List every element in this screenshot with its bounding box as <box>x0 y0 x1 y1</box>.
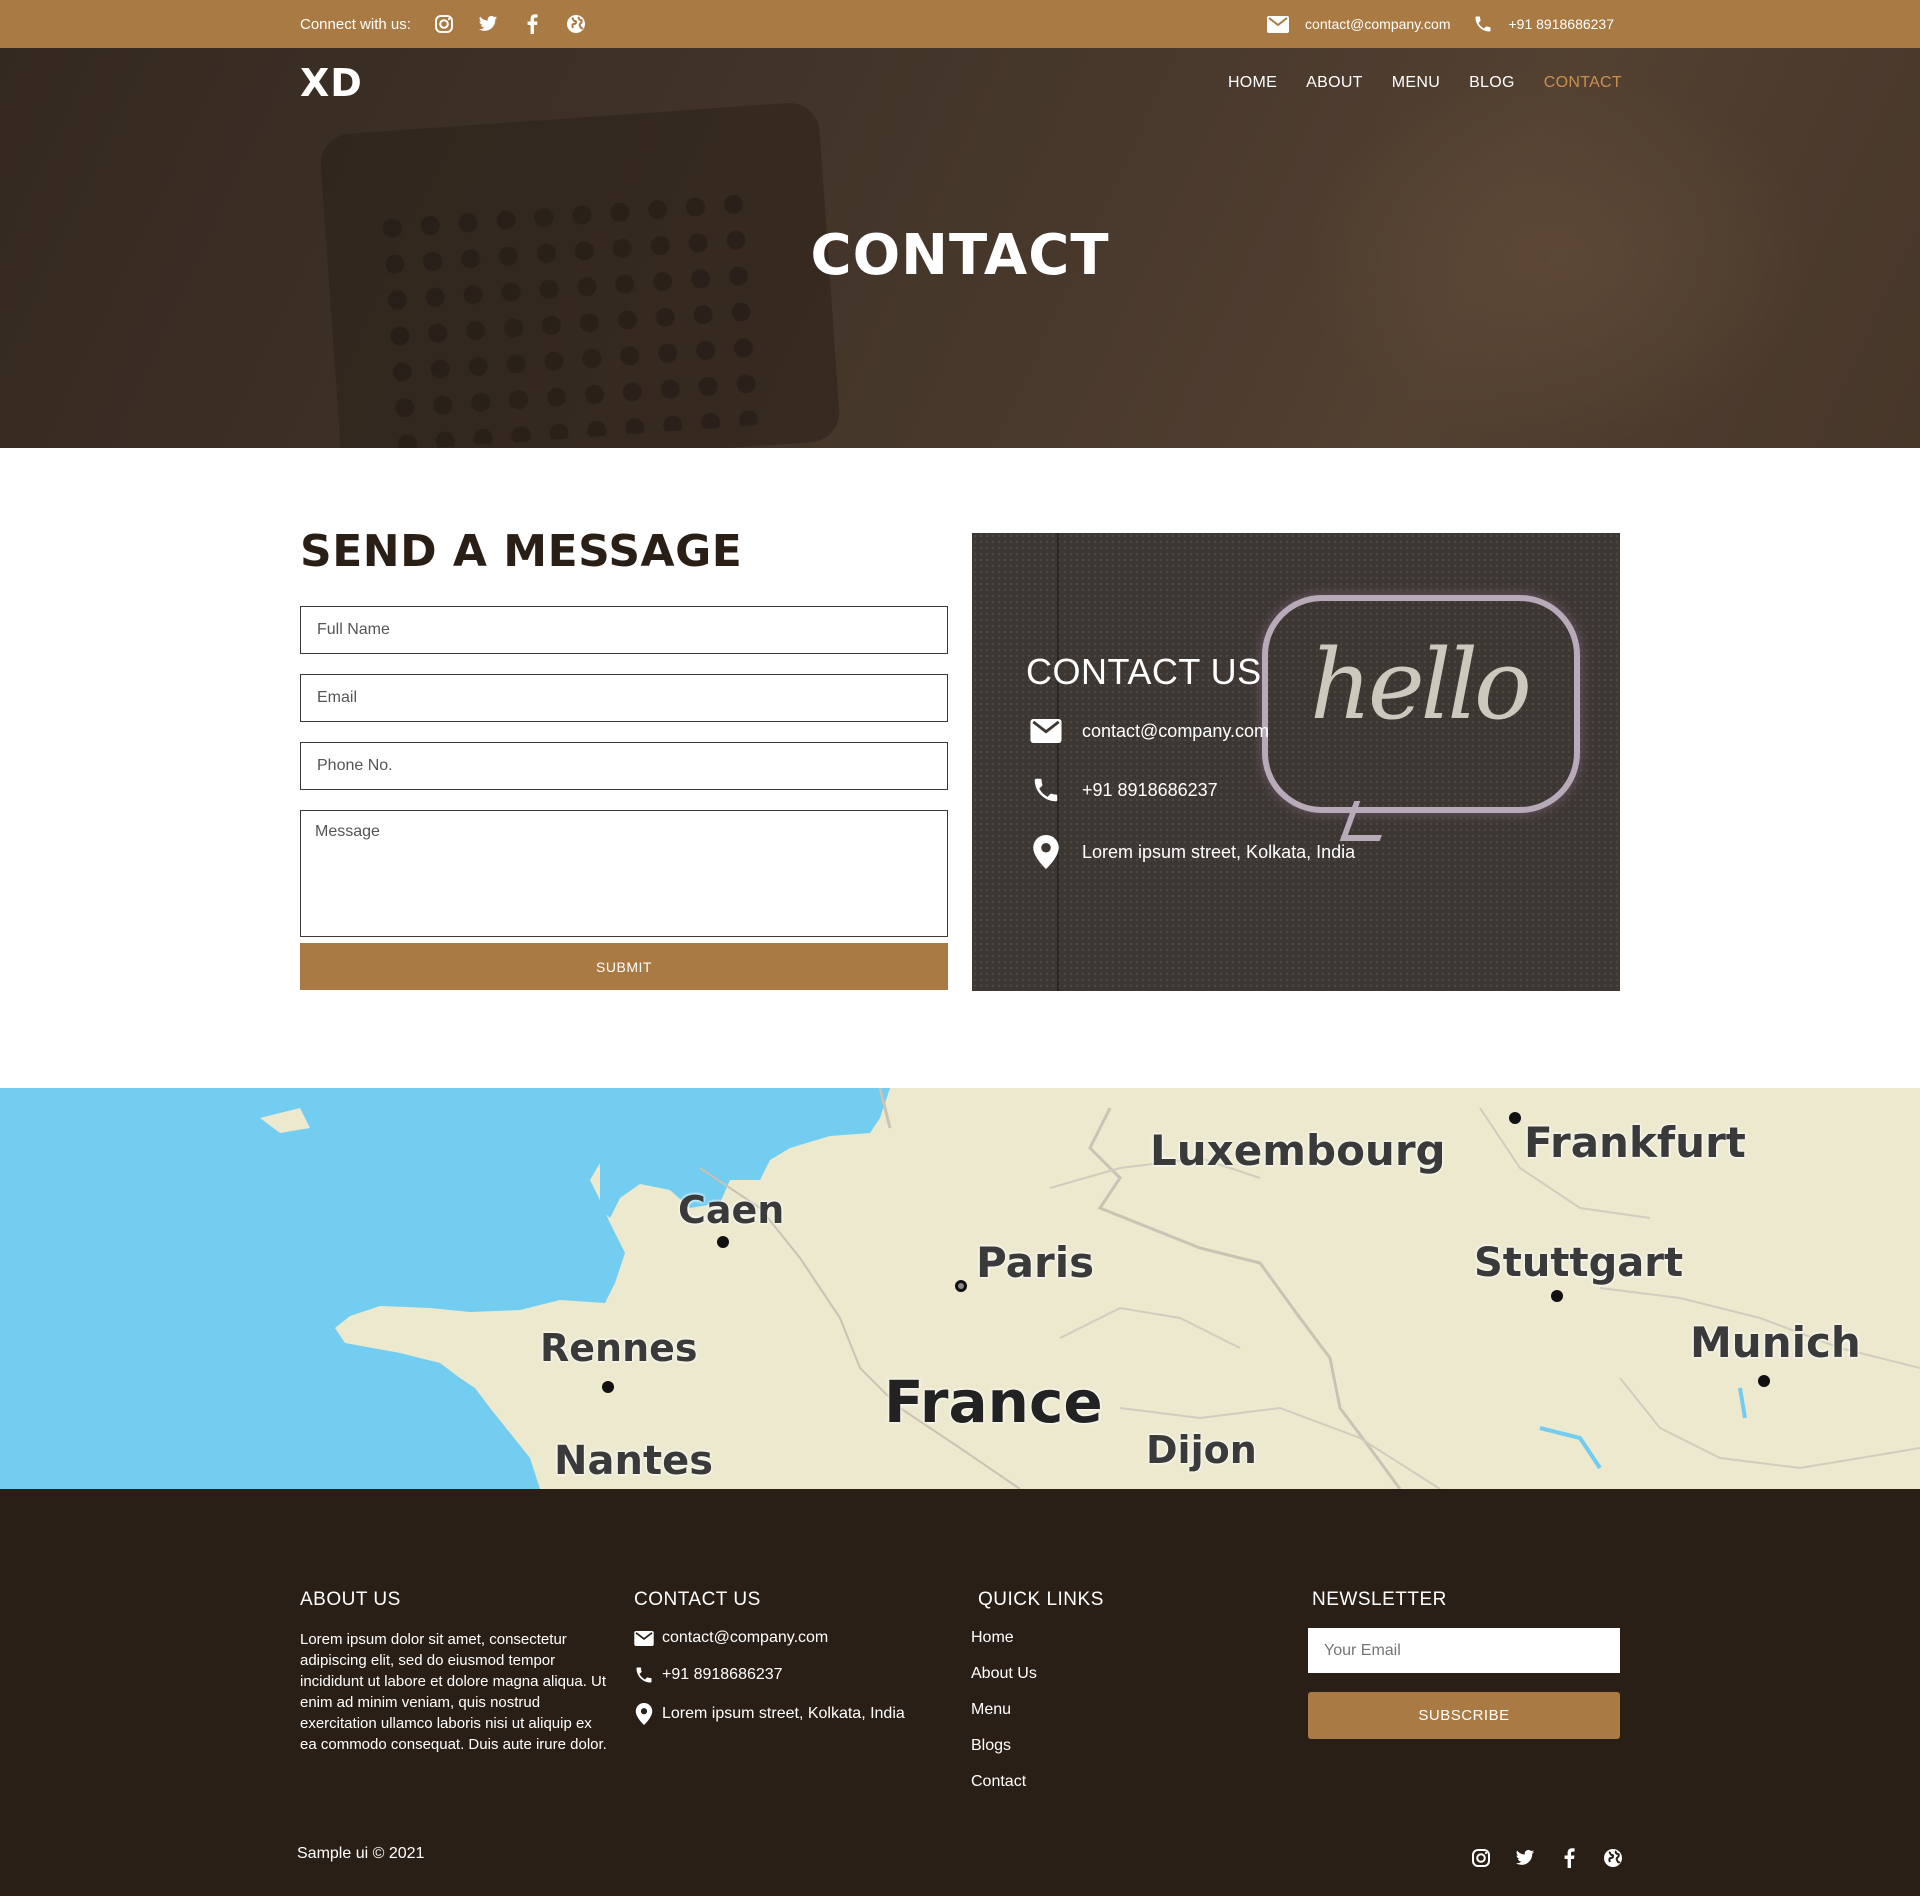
phone-icon <box>636 1667 652 1683</box>
map-marker-stuttgart <box>1551 1290 1563 1302</box>
map-label-dijon: Dijon <box>1146 1428 1257 1472</box>
footer-link-blogs[interactable]: Blogs <box>971 1737 1104 1755</box>
nav-item-blog[interactable]: BLOG <box>1469 74 1515 92</box>
mail-icon <box>634 1630 654 1646</box>
card-address-row[interactable]: Lorem ipsum street, Kolkata, India <box>1028 835 1355 869</box>
map-label-paris: Paris <box>976 1238 1095 1287</box>
card-address: Lorem ipsum street, Kolkata, India <box>1082 841 1356 862</box>
location-map[interactable]: Luxembourg Frankfurt Caen Paris Stuttgar… <box>0 1088 1920 1489</box>
nav-item-about[interactable]: ABOUT <box>1306 74 1363 92</box>
neon-hello-sign: hello <box>1310 629 1532 741</box>
footer-social <box>1448 1847 1624 1869</box>
contact-card: hello CONTACT US contact@company.com +91… <box>972 533 1620 991</box>
footer-quick-links: QUICK LINKS Home About Us Menu Blogs Con… <box>971 1589 1104 1809</box>
phone-icon <box>1475 16 1490 32</box>
twitter-icon[interactable] <box>477 13 499 35</box>
top-phone[interactable]: +91 8918686237 <box>1473 14 1615 34</box>
map-marker-caen <box>717 1236 729 1248</box>
page-title: CONTACT <box>810 223 1110 288</box>
full-name-input[interactable] <box>300 606 948 654</box>
instagram-icon[interactable] <box>1470 1847 1492 1869</box>
top-phone-text: +91 8918686237 <box>1508 16 1615 32</box>
instagram-icon[interactable] <box>433 13 455 35</box>
footer-phone: +91 8918686237 <box>662 1666 783 1683</box>
card-stripe <box>1057 533 1059 991</box>
top-bar: Connect with us: contact@company.com +91… <box>0 0 1920 48</box>
nav-item-menu[interactable]: MENU <box>1392 74 1440 92</box>
footer-newsletter: NEWSLETTER SUBSCRIBE <box>1308 1589 1620 1749</box>
footer-about: ABOUT US Lorem ipsum dolor sit amet, con… <box>300 1589 612 1755</box>
footer-email: contact@company.com <box>662 1629 829 1646</box>
newsletter-email-input[interactable] <box>1308 1628 1620 1673</box>
footer-address-row[interactable]: Lorem ipsum street, Kolkata, India <box>634 1703 905 1725</box>
phone-icon <box>1028 775 1064 805</box>
map-label-france: France <box>884 1368 1103 1436</box>
footer: ABOUT US Lorem ipsum dolor sit amet, con… <box>0 1489 1920 1896</box>
map-label-munich: Munich <box>1690 1318 1861 1367</box>
footer-link-home[interactable]: Home <box>971 1629 1104 1647</box>
send-message-title: SEND A MESSAGE <box>300 526 743 577</box>
footer-address: Lorem ipsum street, Kolkata, India <box>662 1705 905 1722</box>
mail-icon <box>1028 719 1064 743</box>
footer-link-menu[interactable]: Menu <box>971 1701 1104 1719</box>
card-phone: +91 8918686237 <box>1082 779 1218 800</box>
footer-newsletter-title: NEWSLETTER <box>1312 1589 1447 1610</box>
logo[interactable]: XD <box>300 61 363 105</box>
footer-email-row[interactable]: contact@company.com <box>634 1629 905 1647</box>
location-pin-icon <box>1028 835 1064 869</box>
globe-icon[interactable] <box>565 13 587 35</box>
map-label-luxembourg: Luxembourg <box>1150 1126 1446 1175</box>
hero-banner: XD HOME ABOUT MENU BLOG CONTACT CONTACT <box>0 48 1920 448</box>
card-phone-row[interactable]: +91 8918686237 <box>1028 775 1218 805</box>
map-label-caen: Caen <box>678 1188 785 1232</box>
top-contact-info: contact@company.com +91 8918686237 <box>1247 14 1614 34</box>
social-connect: Connect with us: <box>300 13 609 35</box>
footer-quick-links-title: QUICK LINKS <box>978 1589 1104 1610</box>
contact-card-title: CONTACT US <box>1026 651 1262 692</box>
nav-menu: HOME ABOUT MENU BLOG CONTACT <box>1199 74 1622 92</box>
map-label-nantes: Nantes <box>554 1438 714 1484</box>
map-label-rennes: Rennes <box>540 1326 698 1370</box>
map-label-stuttgart: Stuttgart <box>1474 1240 1684 1286</box>
map-marker-frankfurt <box>1509 1112 1521 1124</box>
nav-item-contact[interactable]: CONTACT <box>1544 74 1622 92</box>
copyright: Sample ui © 2021 <box>297 1845 425 1862</box>
footer-about-text: Lorem ipsum dolor sit amet, consectetur … <box>300 1631 607 1753</box>
location-pin-icon <box>635 1703 653 1725</box>
subscribe-button[interactable]: SUBSCRIBE <box>1308 1692 1620 1739</box>
top-email-text: contact@company.com <box>1305 16 1451 32</box>
footer-contact: CONTACT US contact@company.com +91 89186… <box>634 1589 905 1743</box>
footer-about-title: ABOUT US <box>300 1589 401 1610</box>
message-textarea[interactable] <box>300 810 948 937</box>
globe-icon[interactable] <box>1602 1847 1624 1869</box>
map-label-frankfurt: Frankfurt <box>1524 1118 1746 1167</box>
mail-icon <box>1267 15 1290 33</box>
top-email[interactable]: contact@company.com <box>1267 15 1451 33</box>
phone-input[interactable] <box>300 742 948 790</box>
footer-link-about-us[interactable]: About Us <box>971 1665 1104 1683</box>
nav-item-home[interactable]: HOME <box>1228 74 1277 92</box>
twitter-icon[interactable] <box>1514 1847 1536 1869</box>
email-input[interactable] <box>300 674 948 722</box>
footer-phone-row[interactable]: +91 8918686237 <box>634 1665 905 1685</box>
submit-button[interactable]: SUBMIT <box>300 943 948 990</box>
connect-label: Connect with us: <box>300 15 411 33</box>
main-nav: XD HOME ABOUT MENU BLOG CONTACT <box>300 48 1622 118</box>
card-email-row[interactable]: contact@company.com <box>1028 719 1269 743</box>
footer-link-contact[interactable]: Contact <box>971 1773 1104 1791</box>
facebook-icon[interactable] <box>521 13 543 35</box>
map-marker-paris <box>955 1280 967 1292</box>
map-marker-munich <box>1758 1375 1770 1387</box>
footer-contact-title: CONTACT US <box>634 1589 761 1610</box>
facebook-icon[interactable] <box>1558 1847 1580 1869</box>
card-email: contact@company.com <box>1082 720 1270 741</box>
map-marker-rennes <box>602 1381 614 1393</box>
